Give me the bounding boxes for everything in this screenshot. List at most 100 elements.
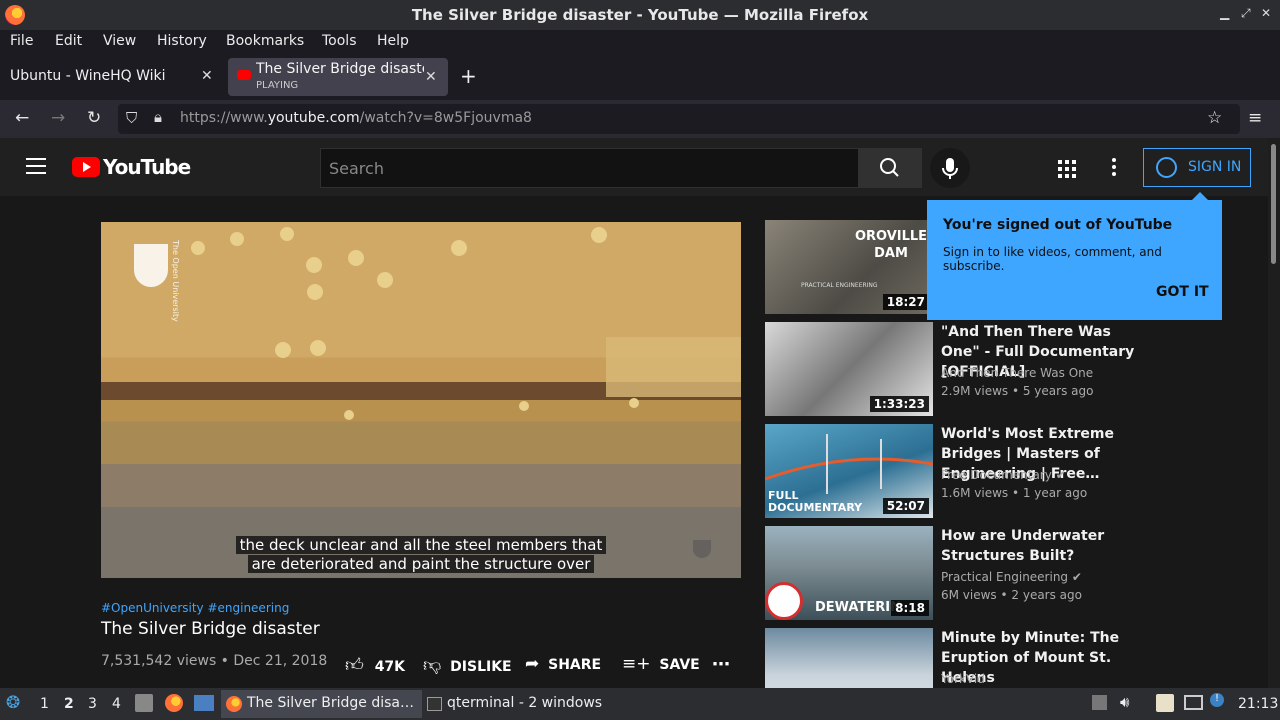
search-box[interactable] [320, 148, 859, 188]
like-button[interactable]: 👍︎ 47K [345, 654, 405, 676]
close-window-icon[interactable]: ✕ [1261, 6, 1271, 20]
start-menu-icon[interactable]: ❂ [6, 693, 20, 713]
reload-icon[interactable]: ↻ [87, 108, 101, 128]
view-count: 1.6M views • 1 year ago [941, 486, 1088, 500]
channel-name[interactable]: And Then There Was One [941, 366, 1093, 380]
back-icon[interactable]: ← [15, 108, 29, 128]
video-thumbnail[interactable]: OROVILLE DAM PRACTICAL ENGINEERING 18:27 [765, 220, 933, 314]
sign-in-button[interactable]: SIGN IN [1143, 148, 1251, 187]
video-thumbnail[interactable]: 1:33:23 [765, 322, 933, 416]
volume-icon[interactable]: 🔊︎ [1120, 693, 1129, 711]
recommendation-item[interactable]: DEWATERIN 8:18 How are Underwater Struct… [765, 526, 1145, 620]
forward-icon[interactable]: → [51, 108, 65, 128]
workspace-4[interactable]: 4 [112, 696, 121, 712]
tray-up-icon[interactable] [1092, 695, 1107, 710]
guide-menu-icon[interactable] [26, 158, 46, 174]
clipboard-icon[interactable] [1156, 694, 1174, 712]
shield-icon[interactable]: ⛉ [126, 109, 137, 127]
window-titlebar: The Silver Bridge disaster - YouTube — M… [0, 0, 1280, 30]
search-button[interactable] [858, 148, 922, 188]
menu-history[interactable]: History [157, 33, 207, 49]
popup-heading: You're signed out of YouTube [943, 217, 1173, 233]
channel-watermark-icon[interactable] [693, 540, 711, 558]
video-thumbnail[interactable]: DEWATERIN 8:18 [765, 526, 933, 620]
recommendation-item[interactable]: FULL DOCUMENTARY 52:07 World's Most Extr… [765, 424, 1145, 518]
verified-icon: ✔ [1055, 468, 1066, 482]
video-title: The Silver Bridge disaster [101, 619, 320, 639]
url-text[interactable]: https://www.youtube.com/watch?v=8w5Fjouv… [180, 110, 532, 126]
menu-file[interactable]: File [10, 33, 33, 49]
menu-bar: File Edit View History Bookmarks Tools H… [0, 30, 1280, 54]
search-input[interactable] [321, 149, 858, 187]
recommendation-item[interactable]: Minute by Minute: The Eruption of Mount … [765, 628, 1145, 688]
duration-badge: 1:33:23 [869, 396, 929, 412]
video-thumbnail[interactable]: FULL DOCUMENTARY 52:07 [765, 424, 933, 518]
settings-more-icon[interactable] [1112, 158, 1116, 179]
file-manager-icon[interactable] [135, 694, 153, 712]
video-meta: 7,531,542 views • Dec 21, 2018 [101, 653, 328, 669]
duration-badge: 8:18 [891, 600, 929, 616]
menu-bookmarks[interactable]: Bookmarks [226, 33, 304, 49]
task-qterminal[interactable]: qterminal - 2 windows [421, 690, 610, 718]
share-icon: ➦ [525, 654, 540, 674]
thumbs-down-icon: 👎︎ [423, 655, 442, 676]
apps-grid-icon[interactable] [1058, 160, 1076, 178]
network-icon[interactable] [1184, 695, 1203, 710]
youtube-favicon-icon [237, 70, 251, 80]
video-player[interactable]: The Open University the deck unclear and… [101, 222, 741, 578]
menu-tools[interactable]: Tools [322, 33, 357, 49]
signed-out-popup: You're signed out of YouTube Sign in to … [927, 192, 1222, 320]
voice-search-button[interactable] [930, 148, 970, 188]
channel-name[interactable]: YorkVid [941, 672, 985, 686]
channel-name[interactable]: Practical Engineering ✔ [941, 570, 1082, 584]
firefox-icon [226, 696, 242, 712]
menu-edit[interactable]: Edit [55, 33, 82, 49]
workspace-2[interactable]: 2 [64, 696, 74, 712]
hashtags[interactable]: #OpenUniversity #engineering [101, 601, 289, 615]
window-title: The Silver Bridge disaster - YouTube — M… [411, 6, 869, 24]
share-button[interactable]: ➦ SHARE [525, 654, 601, 674]
workspace-1[interactable]: 1 [40, 696, 49, 712]
menu-help[interactable]: Help [377, 33, 409, 49]
duration-badge: 18:27 [882, 294, 929, 310]
maximize-icon[interactable]: ⤢ [1241, 6, 1251, 21]
desktop-icon[interactable] [194, 695, 214, 711]
save-button[interactable]: ≡+ SAVE [622, 654, 700, 674]
dislike-button[interactable]: 👎︎ DISLIKE [423, 654, 512, 676]
tab-label: Ubuntu - WineHQ Wiki [10, 68, 166, 84]
playlist-add-icon: ≡+ [622, 654, 651, 674]
lock-icon[interactable]: 🔒︎ [154, 108, 162, 126]
clock[interactable]: 21:13 [1238, 696, 1278, 712]
minimize-icon[interactable]: ▁ [1220, 6, 1229, 20]
youtube-play-icon [72, 157, 100, 177]
channel-name[interactable]: Free Documentary ✔ [941, 468, 1066, 482]
search-icon [880, 158, 899, 177]
page-scrollbar[interactable] [1268, 138, 1280, 688]
workspace-3[interactable]: 3 [88, 696, 97, 712]
task-firefox[interactable]: The Silver Bridge disa… [221, 690, 422, 718]
menu-view[interactable]: View [103, 33, 136, 49]
bookmark-star-icon[interactable]: ☆ [1207, 108, 1222, 128]
video-thumbnail[interactable] [765, 628, 933, 688]
close-tab-icon[interactable]: ✕ [425, 69, 437, 85]
view-count: 2.9M views • 5 years ago [941, 384, 1094, 398]
firefox-launcher-icon[interactable] [165, 694, 183, 712]
youtube-header: YouTube SIGN IN [0, 138, 1268, 196]
tab-label: The Silver Bridge disaster - YouTube [256, 61, 424, 77]
got-it-button[interactable]: GOT IT [1156, 284, 1209, 300]
app-menu-icon[interactable]: ≡ [1248, 108, 1262, 128]
close-tab-icon[interactable]: ✕ [201, 68, 213, 84]
recommendation-title[interactable]: How are Underwater Structures Built? [941, 526, 1146, 566]
tab-winehq[interactable]: Ubuntu - WineHQ Wiki ✕ [0, 54, 225, 100]
open-university-watermark: The Open University [171, 240, 180, 322]
terminal-icon [427, 697, 442, 711]
url-bar[interactable]: ⛉ 🔒︎ https://www.youtube.com/watch?v=8w5… [118, 104, 1240, 134]
recommendation-item[interactable]: 1:33:23 "And Then There Was One" - Full … [765, 322, 1145, 416]
more-actions-icon[interactable]: ⋯ [712, 654, 730, 675]
notification-icon[interactable]: ! [1210, 693, 1224, 707]
tab-youtube[interactable]: The Silver Bridge disaster - YouTube PLA… [228, 58, 448, 96]
new-tab-icon[interactable]: + [460, 64, 477, 88]
taskbar: ❂ 1 2 3 4 The Silver Bridge disa… qtermi… [0, 688, 1280, 720]
duration-badge: 52:07 [882, 498, 929, 514]
account-icon [1156, 157, 1177, 178]
